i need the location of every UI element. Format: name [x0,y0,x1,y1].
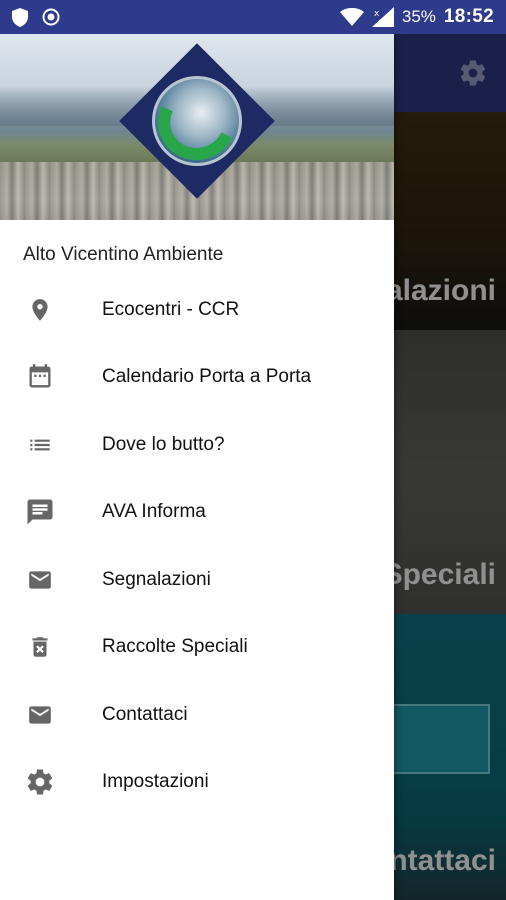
navigation-drawer: Alto Vicentino Ambiente Ecocentri - CCR … [0,34,394,900]
menu-item-ava-informa[interactable]: AVA Informa [0,479,394,547]
menu-item-label: Segnalazioni [102,568,211,590]
menu-item-label: Dove lo butto? [102,433,225,455]
menu-item-dove-lo-butto[interactable]: Dove lo butto? [0,411,394,479]
menu-item-contattaci[interactable]: Contattaci [0,681,394,749]
status-bar: x 35% 18:52 [0,0,506,34]
mail-icon [24,564,56,596]
mail-icon [24,699,56,731]
drawer-menu: Ecocentri - CCR Calendario Porta a Porta… [0,276,394,816]
menu-item-label: Ecocentri - CCR [102,298,240,320]
menu-item-label: Contattaci [102,703,188,725]
trash-icon [24,631,56,663]
menu-item-impostazioni[interactable]: Impostazioni [0,749,394,817]
screen: x 35% 18:52 alazioni Speciali ntattaci A… [0,0,506,900]
location-pin-icon [24,294,56,326]
record-icon [42,8,60,26]
svg-text:x: x [374,9,380,19]
drawer-header-image [0,34,394,220]
message-icon [24,496,56,528]
menu-item-raccolte-speciali[interactable]: Raccolte Speciali [0,614,394,682]
menu-item-label: Impostazioni [102,771,209,793]
calendar-icon [24,361,56,393]
menu-item-segnalazioni[interactable]: Segnalazioni [0,546,394,614]
clock: 18:52 [443,6,494,27]
list-icon [24,429,56,461]
menu-item-label: Raccolte Speciali [102,636,248,658]
gear-icon [24,766,56,798]
menu-item-ecocentri[interactable]: Ecocentri - CCR [0,276,394,344]
battery-text: 35% [401,7,436,26]
menu-item-label: Calendario Porta a Porta [102,366,312,388]
menu-item-label: AVA Informa [102,501,206,523]
shield-icon [12,7,28,27]
signal-icon: x [371,7,394,27]
app-logo [119,43,275,199]
wifi-icon [339,8,364,26]
menu-item-calendario[interactable]: Calendario Porta a Porta [0,344,394,412]
drawer-subtitle: Alto Vicentino Ambiente [23,244,224,265]
